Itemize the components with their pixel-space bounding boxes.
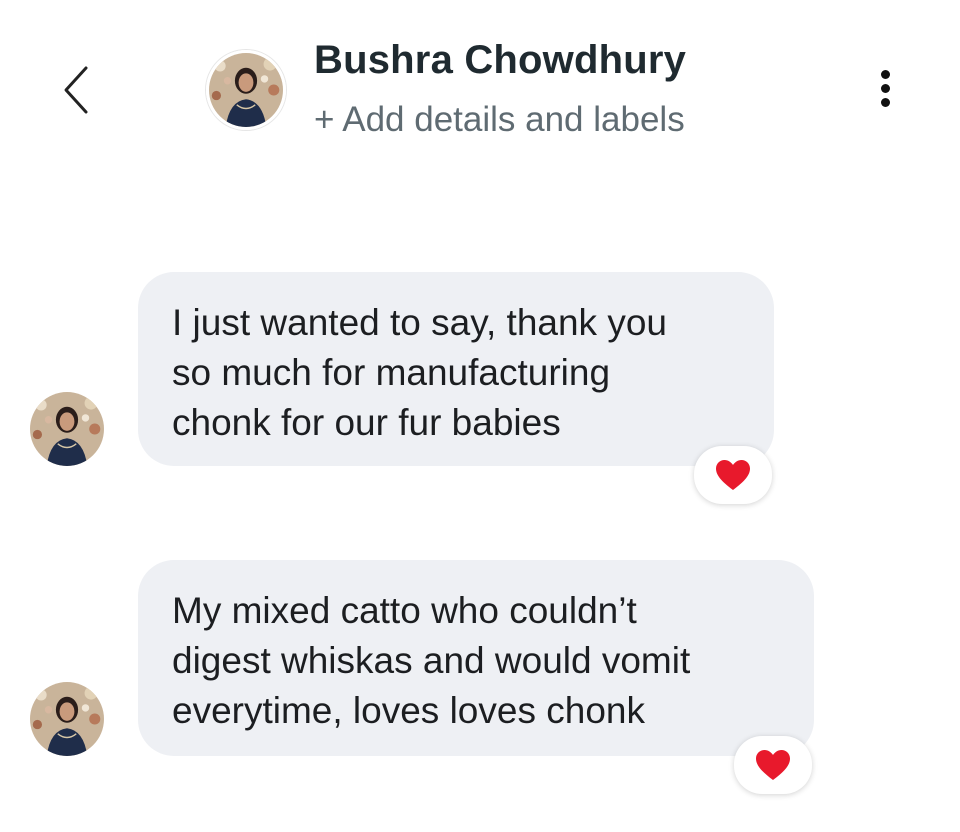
sender-avatar[interactable] (30, 682, 104, 756)
contact-avatar[interactable] (206, 50, 286, 130)
message-bubble[interactable]: My mixed catto who couldn’t digest whisk… (138, 560, 814, 756)
sender-photo (30, 392, 104, 466)
reaction-badge[interactable] (734, 736, 812, 794)
chevron-left-icon (64, 66, 88, 114)
message-text-line: so much for manufacturing (172, 352, 611, 393)
more-options-button[interactable] (870, 70, 900, 114)
ellipsis-dot (880, 98, 890, 107)
reaction-badge[interactable] (694, 446, 772, 504)
ellipsis-dot (880, 84, 890, 93)
sender-photo (30, 682, 104, 756)
message-text-line: digest whiskas and would vomit (172, 640, 691, 681)
message-text-line: I just wanted to say, thank you (172, 302, 667, 343)
message-text-line: chonk for our fur babies (172, 402, 561, 443)
conversation-header: Bushra Chowdhury + Add details and label… (0, 0, 960, 180)
add-details-link[interactable]: + Add details and labels (314, 100, 685, 140)
message-text-line: everytime, loves loves chonk (172, 690, 645, 731)
message-text-line: My mixed catto who couldn’t (172, 590, 637, 631)
message-bubble[interactable]: I just wanted to say, thank you so much … (138, 272, 774, 466)
contact-photo (209, 53, 283, 127)
sender-avatar[interactable] (30, 392, 104, 466)
heart-icon (756, 750, 790, 780)
heart-icon (716, 460, 750, 490)
vertical-ellipsis-icon (880, 70, 890, 79)
back-button[interactable] (56, 62, 96, 118)
contact-name: Bushra Chowdhury (314, 38, 687, 82)
